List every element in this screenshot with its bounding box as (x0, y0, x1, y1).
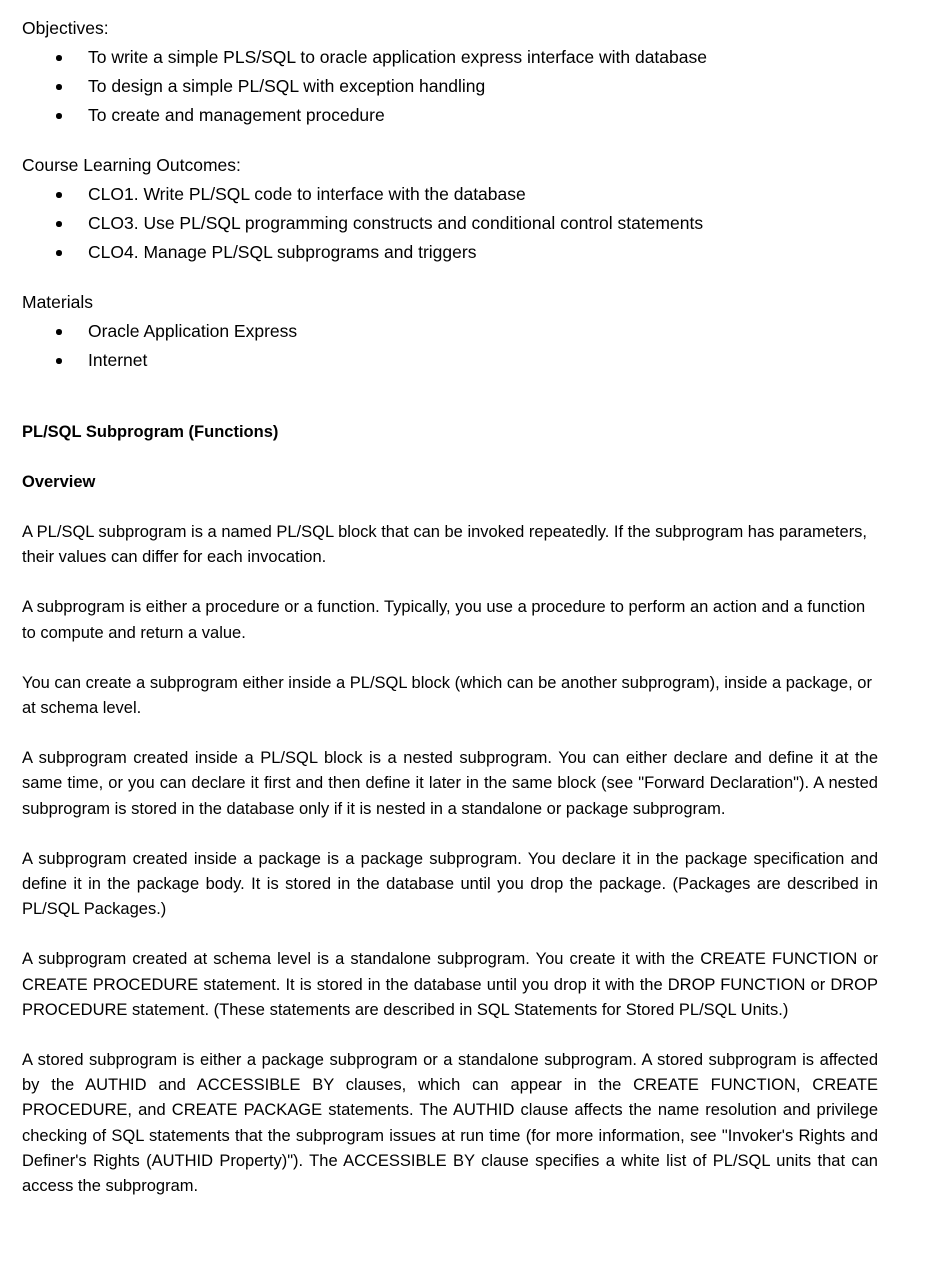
list-item: To write a simple PLS/SQL to oracle appl… (22, 43, 877, 72)
list-item: Internet (22, 346, 877, 375)
document-page: Objectives: To write a simple PLS/SQL to… (0, 0, 940, 1278)
course-learning-outcomes-lead-label: Course Learning Outcomes: (22, 155, 241, 175)
overview-heading: Overview (22, 473, 96, 491)
document-body: Objectives: To write a simple PLS/SQL to… (22, 14, 878, 1199)
paragraph: You can create a subprogram either insid… (22, 673, 872, 718)
paragraph: A subprogram created at schema level is … (22, 950, 878, 1019)
section-objectives: Objectives: To write a simple PLS/SQL to… (22, 14, 877, 130)
section-course-learning-outcomes: Course Learning Outcomes: CLO1. Write PL… (22, 151, 877, 267)
objectives-lead-label: Objectives: (22, 18, 109, 38)
list-item: CLO1. Write PL/SQL code to interface wit… (22, 180, 877, 209)
list-item: CLO3. Use PL/SQL programming constructs … (22, 209, 877, 238)
paragraph: A stored subprogram is either a package … (22, 1051, 878, 1196)
list-item: CLO4. Manage PL/SQL subprograms and trig… (22, 238, 877, 267)
objectives-list: To write a simple PLS/SQL to oracle appl… (22, 43, 877, 130)
list-item: Oracle Application Express (22, 317, 877, 346)
page-title: PL/SQL Subprogram (Functions) (22, 423, 279, 441)
paragraph: A subprogram is either a procedure or a … (22, 598, 866, 642)
paragraph: A subprogram created inside a package is… (22, 849, 878, 919)
paragraph: A PL/SQL subprogram is a named PL/SQL bl… (22, 523, 868, 567)
materials-list: Oracle Application Express Internet (22, 317, 877, 375)
section-materials: Materials Oracle Application Express Int… (22, 288, 877, 375)
course-learning-outcomes-list: CLO1. Write PL/SQL code to interface wit… (22, 180, 877, 267)
paragraph: A subprogram created inside a PL/SQL blo… (22, 749, 878, 818)
materials-lead-label: Materials (22, 292, 93, 312)
list-item: To create and management procedure (22, 101, 877, 130)
list-item: To design a simple PL/SQL with exception… (22, 72, 877, 101)
